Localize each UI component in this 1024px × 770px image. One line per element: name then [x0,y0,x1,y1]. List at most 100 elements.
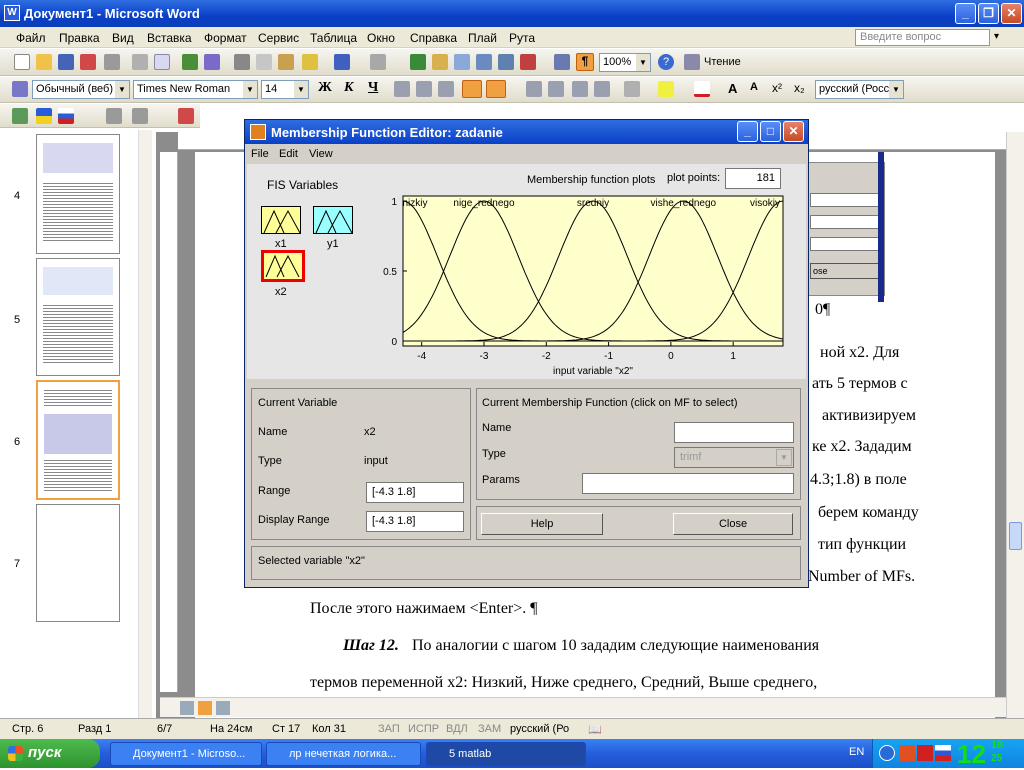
tables-borders-icon[interactable] [432,54,448,70]
subscript-icon[interactable]: x₂ [794,81,810,97]
page-thumbnail[interactable] [36,504,120,622]
menu-help[interactable]: Справка [410,31,457,45]
tray-help-icon[interactable] [879,745,895,761]
menu-tools[interactable]: Сервис [258,31,299,45]
menu-format[interactable]: Формат [204,31,247,45]
print-preview-icon[interactable] [154,54,170,70]
vertical-ruler[interactable] [160,152,178,692]
web-view-icon[interactable] [198,701,212,715]
page-thumbnail-current[interactable] [36,380,120,500]
flag-ua-icon[interactable] [36,108,52,124]
zoom-combo[interactable]: 100% ▼ [599,53,651,72]
insert-excel-icon[interactable] [476,54,492,70]
font-size-dropdown-icon[interactable]: ▼ [294,81,308,98]
dlg-menu-file[interactable]: File [251,148,269,160]
underline-button[interactable]: Ч [368,80,378,96]
mf-plot[interactable]: nizkiy nige_rednego sredniy vishe_rednego vi… [375,192,795,378]
language-dropdown-icon[interactable]: ▼ [889,81,903,98]
shrink-font-icon[interactable]: A [750,81,766,97]
new-doc-icon[interactable] [14,54,30,70]
ask-dropdown-icon[interactable]: ▾ [994,31,999,42]
align-center-icon[interactable] [416,81,432,97]
read-mode-label[interactable]: Чтение [704,56,741,68]
page-thumbnail[interactable] [36,258,120,376]
borders-icon[interactable] [624,81,640,97]
drawing-icon[interactable] [520,54,536,70]
word-app-icon[interactable]: W [4,5,20,21]
status-ovr[interactable]: ЗАМ [478,723,501,735]
read-mode-icon[interactable] [684,54,700,70]
ask-question-input[interactable]: Введите вопрос [855,29,990,46]
horizontal-scrollbar[interactable] [160,697,1006,717]
cut-icon[interactable] [234,54,250,70]
superscript-icon[interactable]: x² [772,81,788,97]
tray-flag-icon[interactable] [935,745,951,761]
insert-table-icon[interactable] [454,54,470,70]
style-combo[interactable]: Обычный (веб) ▼ [32,80,130,99]
close-dialog-button[interactable]: Close [673,513,793,535]
help-button[interactable]: Help [481,513,603,535]
fis-var-x1[interactable] [261,206,301,234]
styles-pane-icon[interactable] [12,81,28,97]
check-icon[interactable] [12,108,28,124]
task-explorer[interactable]: лр нечеткая логика... [266,742,421,766]
restore-button[interactable]: ❐ [978,3,999,24]
email-icon[interactable] [104,54,120,70]
page-thumbnail[interactable] [36,134,120,254]
redo-icon[interactable] [370,54,386,70]
hyperlink-icon[interactable] [410,54,426,70]
tray-icon-b[interactable] [917,745,933,761]
bullets-icon[interactable] [548,81,564,97]
normal-view-icon[interactable] [180,701,194,715]
open-folder-icon[interactable] [36,54,52,70]
task-matlab[interactable]: 5 matlab [426,742,586,766]
font-size-combo[interactable]: 14 ▼ [261,80,309,99]
close-button[interactable]: ✕ [1001,3,1022,24]
dlg-menu-edit[interactable]: Edit [279,148,298,160]
decrease-indent-icon[interactable] [572,81,588,97]
tray-icon-a[interactable] [899,745,915,761]
thumbnail-scrollbar[interactable] [138,130,152,718]
font-dropdown-icon[interactable]: ▼ [243,81,257,98]
spelling-icon[interactable] [182,54,198,70]
font-combo[interactable]: Times New Roman ▼ [133,80,258,99]
scroll-thumb[interactable] [1009,522,1022,550]
columns-icon[interactable] [498,54,514,70]
undo-icon[interactable] [334,54,350,70]
menu-play[interactable]: Плай [468,31,497,45]
print-view-icon[interactable] [216,701,230,715]
tool-icon-c[interactable] [178,108,194,124]
style-dropdown-icon[interactable]: ▼ [115,81,129,98]
permission-icon[interactable] [80,54,96,70]
document-scrollbar[interactable] [1006,132,1024,718]
paste-icon[interactable] [278,54,294,70]
menu-ruta[interactable]: Рута [509,31,535,45]
tray-lang[interactable]: EN [849,746,864,758]
align-right-icon[interactable] [438,81,454,97]
format-painter-icon[interactable] [302,54,318,70]
tool-icon-a[interactable] [106,108,122,124]
save-icon[interactable] [58,54,74,70]
font-color-icon[interactable] [694,81,710,97]
research-icon[interactable] [204,54,220,70]
line-spacing-icon[interactable] [486,80,506,98]
numbering-icon[interactable] [526,81,542,97]
document-map-icon[interactable] [554,54,570,70]
highlight-icon[interactable] [658,81,674,97]
menu-table[interactable]: Таблица [310,31,357,45]
matlab-icon[interactable] [250,124,266,140]
status-trk[interactable]: ИСПР [408,723,439,735]
show-hide-paragraph-icon[interactable]: ¶ [576,53,594,71]
zoom-dropdown-icon[interactable]: ▼ [636,54,650,71]
copy-icon[interactable] [256,54,272,70]
mf-name-input[interactable] [674,422,794,443]
menu-file[interactable]: Файл [16,31,46,45]
status-ext[interactable]: ВДЛ [446,723,468,735]
range-input[interactable]: [-4.3 1.8] [366,482,464,503]
dlg-maximize-button[interactable]: □ [760,121,781,142]
print-icon[interactable] [132,54,148,70]
increase-indent-icon[interactable] [594,81,610,97]
align-left-icon[interactable] [394,81,410,97]
bold-button[interactable]: Ж [318,80,332,96]
task-word[interactable]: Документ1 - Microso... [110,742,262,766]
